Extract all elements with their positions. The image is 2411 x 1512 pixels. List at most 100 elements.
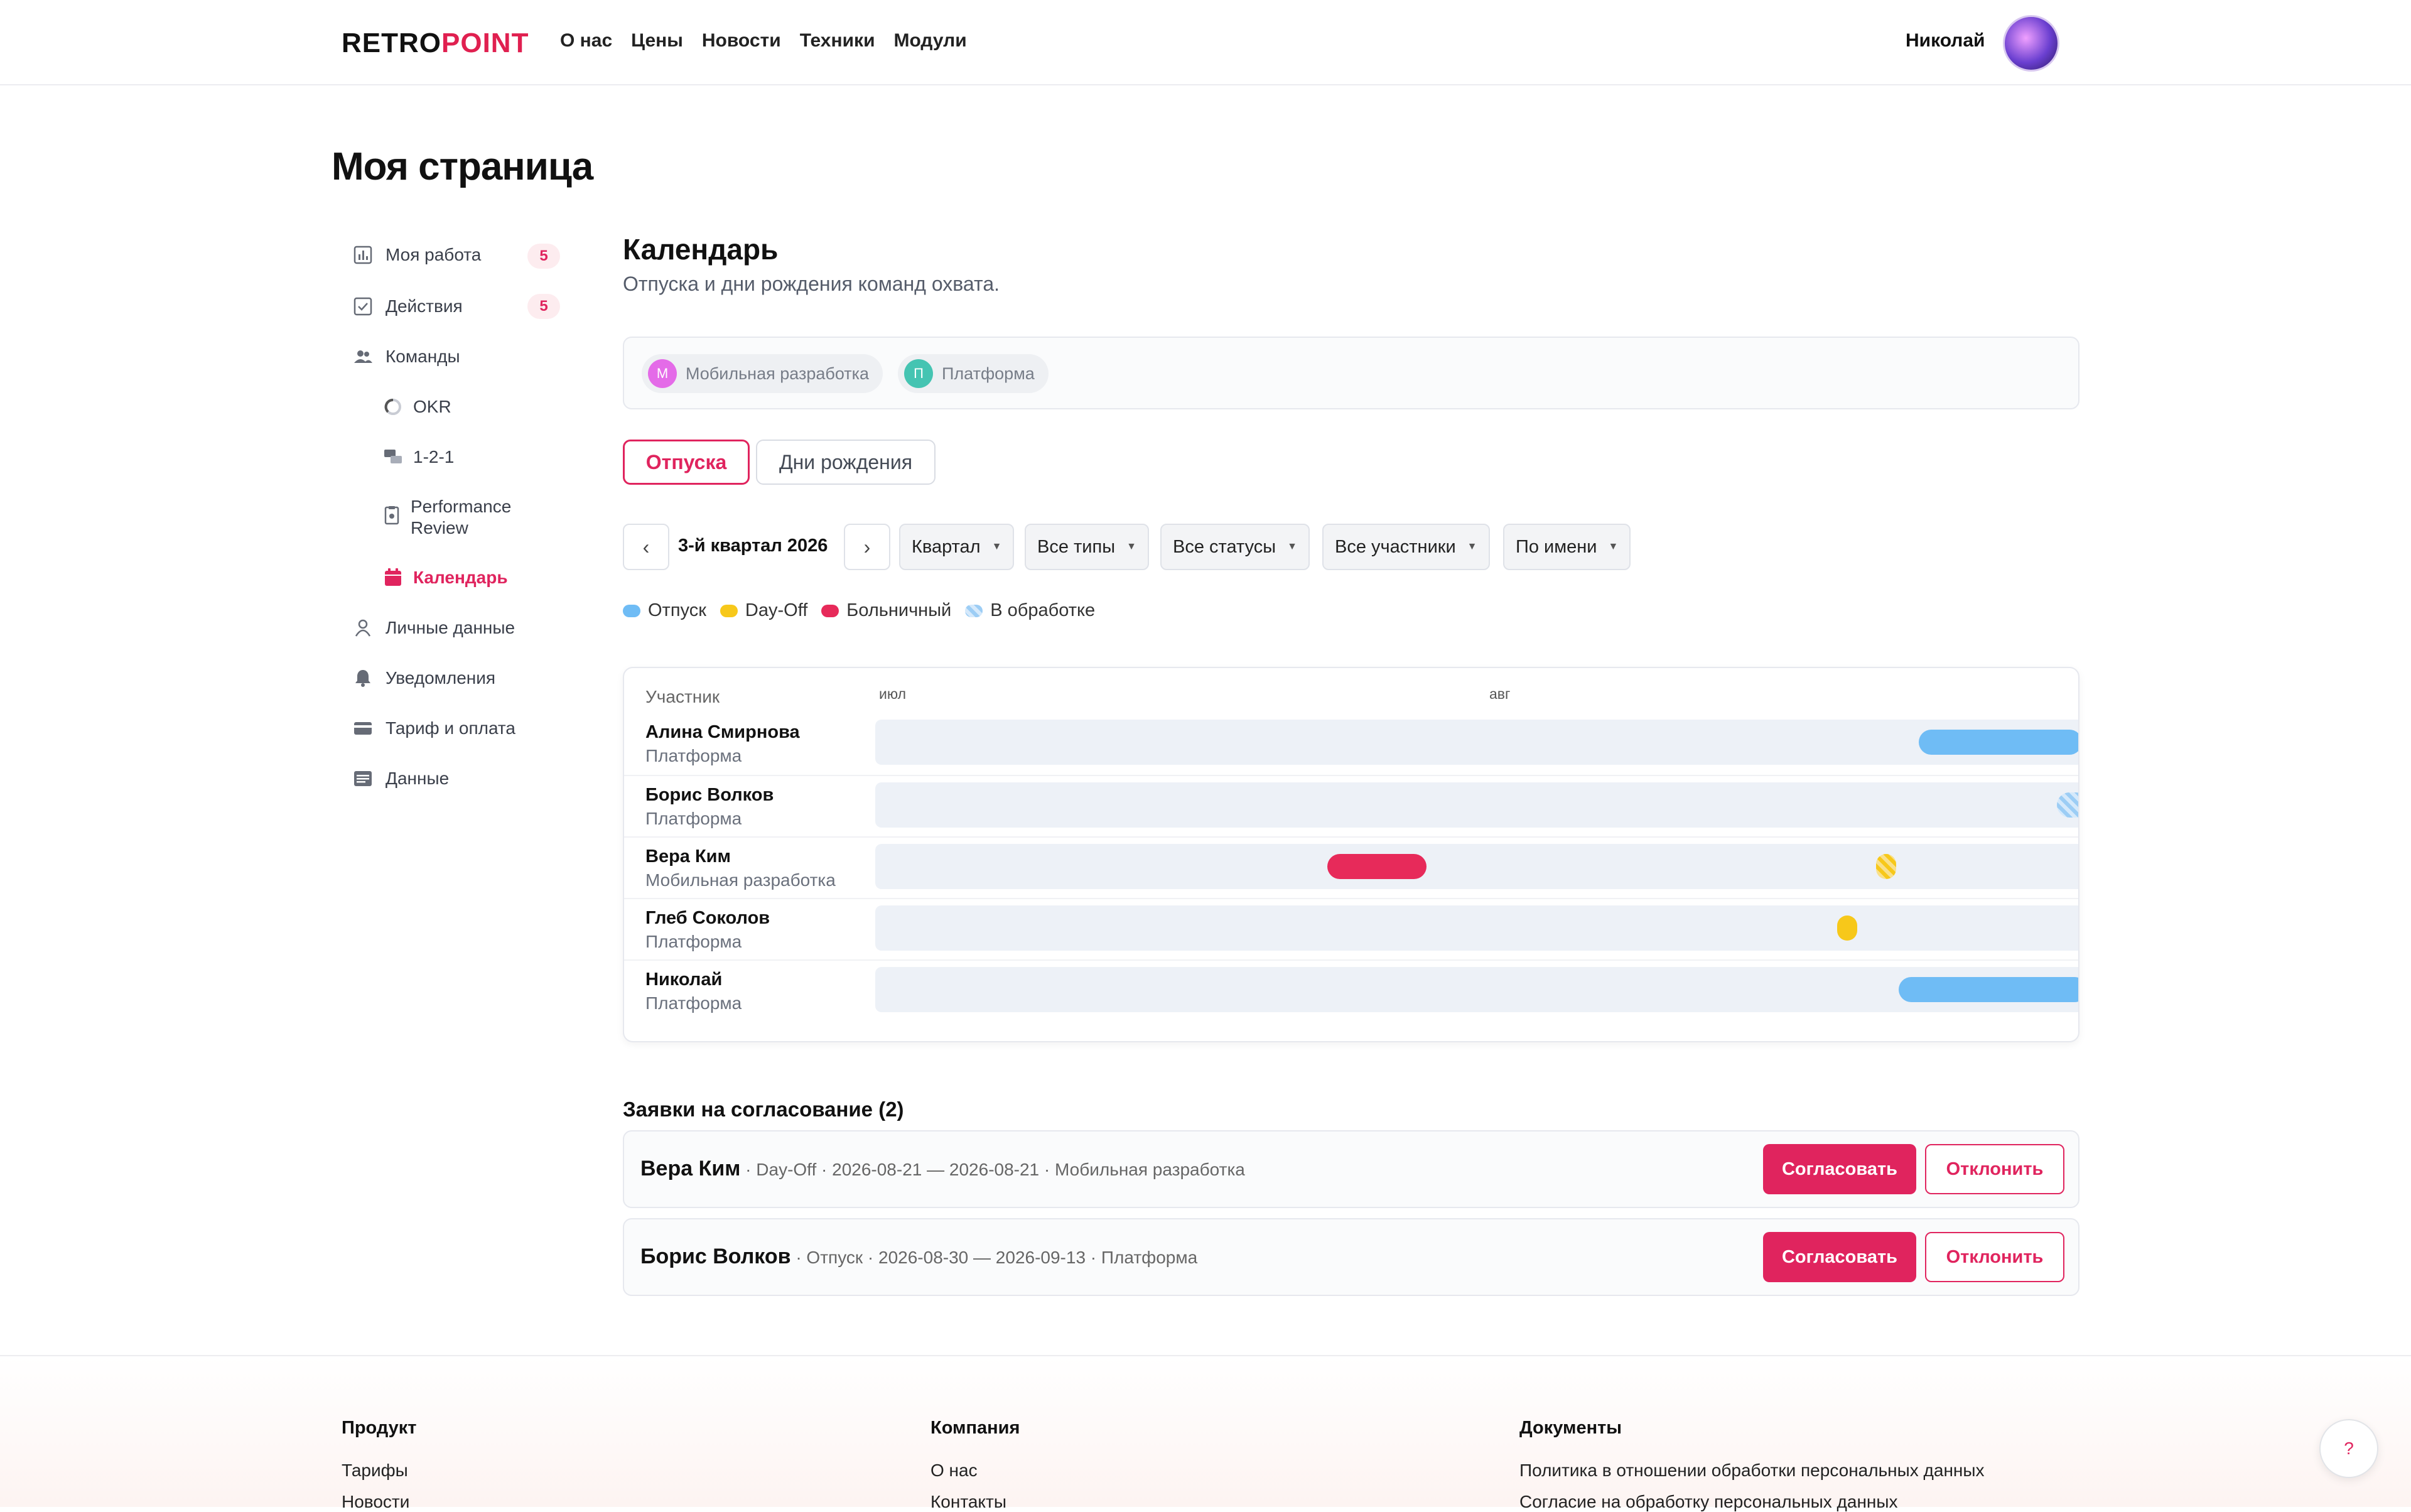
team-initial: П — [904, 359, 933, 388]
range-select[interactable]: Квартал ▼ — [899, 524, 1015, 570]
footer-link-privacy-policy[interactable]: Политика в отношении обработки персональ… — [1519, 1461, 1985, 1481]
request-details: · Day-Off · 2026-08-21 — 2026-08-21 · Мо… — [740, 1160, 1245, 1179]
member-name: Николай — [645, 969, 723, 990]
pending-vacation-bar[interactable] — [2057, 792, 2078, 818]
team-chip-platform[interactable]: П Платформа — [898, 354, 1049, 393]
sidebar-item-label: Личные данные — [386, 618, 515, 637]
sidebar-item-label: Performance Review — [411, 497, 512, 537]
member-team: Платформа — [645, 993, 742, 1013]
dayoff-bar[interactable] — [1837, 915, 1857, 941]
footer-link-news[interactable]: Новости — [342, 1492, 409, 1512]
approve-button[interactable]: Согласовать — [1763, 1144, 1916, 1194]
section-subtitle: Отпуска и дни рождения команд охвата. — [623, 273, 1000, 295]
sidebar-item-my-work[interactable]: Моя работа — [352, 244, 481, 266]
nav-techniques[interactable]: Техники — [800, 30, 875, 51]
nav-news[interactable]: Новости — [702, 30, 781, 51]
footer-link-contacts[interactable]: Контакты — [930, 1492, 1006, 1512]
bar-chart-icon — [352, 244, 374, 266]
sidebar-item-label: Уведомления — [386, 668, 496, 688]
vacation-bar[interactable] — [1899, 977, 2078, 1002]
legend-swatch — [821, 604, 839, 617]
sidebar-item-one-on-one[interactable]: 1-2-1 — [382, 446, 454, 468]
request-item: Борис Волков · Отпуск · 2026-08-30 — 202… — [623, 1218, 2079, 1296]
chevron-down-icon: ▼ — [1608, 541, 1619, 552]
sick-leave-bar[interactable] — [1327, 854, 1427, 879]
sidebar-item-label: 1-2-1 — [413, 447, 455, 467]
type-select[interactable]: Все типы ▼ — [1025, 524, 1149, 570]
reject-button[interactable]: Отклонить — [1925, 1232, 2064, 1282]
chevron-right-icon: › — [863, 535, 871, 558]
footer-heading-product: Продукт — [342, 1418, 417, 1438]
pending-dayoff-bar[interactable] — [1876, 854, 1896, 879]
card-icon — [352, 717, 374, 740]
main-nav: О нас Цены Новости Техники Модули — [560, 30, 967, 51]
prev-period-button[interactable]: ‹ — [623, 524, 669, 570]
team-filter-panel: М Мобильная разработка П Платформа — [623, 337, 2079, 409]
sidebar-item-notifications[interactable]: Уведомления — [352, 667, 495, 689]
requests-title: Заявки на согласование (2) — [623, 1098, 904, 1121]
chevron-down-icon: ▼ — [1467, 541, 1477, 552]
legend-vacation: Отпуск — [623, 600, 706, 621]
request-text: Борис Волков · Отпуск · 2026-08-30 — 202… — [640, 1245, 1197, 1269]
person-icon — [352, 617, 374, 639]
member-name: Вера Ким — [645, 846, 731, 867]
users-icon — [352, 345, 374, 368]
question-icon: ? — [2344, 1439, 2354, 1458]
nav-prices[interactable]: Цены — [631, 30, 683, 51]
calendar-icon — [382, 566, 404, 589]
sidebar-item-teams[interactable]: Команды — [352, 345, 460, 368]
footer-link-about[interactable]: О нас — [930, 1461, 978, 1481]
sort-select[interactable]: По имени ▼ — [1503, 524, 1631, 570]
sidebar-item-okr[interactable]: OKR — [382, 396, 451, 418]
tab-vacations[interactable]: Отпуска — [623, 440, 750, 485]
avatar[interactable] — [2003, 15, 2059, 72]
tab-birthdays[interactable]: Дни рождения — [756, 440, 936, 485]
table-row: Вера Ким Мобильная разработка — [624, 836, 2078, 898]
member-team: Мобильная разработка — [645, 870, 836, 890]
period-label: 3-й квартал 2026 — [678, 536, 828, 556]
team-chip-mobile[interactable]: М Мобильная разработка — [642, 354, 883, 393]
progress-ring-icon — [382, 396, 404, 418]
legend-dayoff: Day-Off — [720, 600, 807, 621]
logo[interactable]: RETROPOINT — [342, 28, 529, 59]
footer-link-tariffs[interactable]: Тарифы — [342, 1461, 408, 1481]
bell-icon — [352, 667, 374, 689]
footer-link-consent[interactable]: Согласие на обработку персональных данны… — [1519, 1492, 1898, 1512]
nav-about[interactable]: О нас — [560, 30, 612, 51]
sidebar-item-personal-data[interactable]: Личные данные — [352, 617, 515, 639]
checkbox-icon — [352, 295, 374, 318]
member-name: Алина Смирнова — [645, 722, 800, 742]
status-select[interactable]: Все статусы ▼ — [1160, 524, 1310, 570]
sidebar-item-label: Действия — [386, 296, 463, 316]
legend-swatch — [720, 604, 738, 617]
actions-count-badge: 5 — [527, 294, 560, 319]
my-work-count-badge: 5 — [527, 244, 560, 269]
top-header: RETROPOINT О нас Цены Новости Техники Мо… — [0, 0, 2411, 85]
sidebar-item-billing[interactable]: Тариф и оплата — [352, 717, 515, 740]
sidebar-item-calendar[interactable]: Календарь — [382, 566, 508, 589]
user-name[interactable]: Николай — [1906, 30, 1985, 51]
team-name: Мобильная разработка — [686, 364, 870, 383]
team-name: Платформа — [942, 364, 1035, 383]
sidebar-item-label: Команды — [386, 347, 460, 366]
approve-button[interactable]: Согласовать — [1763, 1232, 1916, 1282]
members-select[interactable]: Все участники ▼ — [1322, 524, 1490, 570]
timeline-track — [875, 720, 2078, 765]
sidebar-item-data[interactable]: Данные — [352, 767, 449, 790]
request-name: Борис Волков — [640, 1245, 791, 1268]
reject-button[interactable]: Отклонить — [1925, 1144, 2064, 1194]
chevron-down-icon: ▼ — [1287, 541, 1297, 552]
sidebar-item-actions[interactable]: Действия — [352, 295, 463, 318]
member-name: Глеб Соколов — [645, 908, 770, 928]
sidebar-item-performance-review[interactable]: Performance Review — [382, 496, 545, 539]
help-button[interactable]: ? — [2319, 1419, 2378, 1478]
timeline-track — [875, 782, 2078, 828]
next-period-button[interactable]: › — [844, 524, 890, 570]
nav-modules[interactable]: Модули — [894, 30, 967, 51]
member-team: Платформа — [645, 932, 742, 951]
timeline-track — [875, 844, 2078, 889]
sidebar-item-label: Данные — [386, 769, 450, 788]
timeline-track — [875, 905, 2078, 951]
legend: Отпуск Day-Off Больничный В обработке — [623, 600, 1109, 621]
vacation-bar[interactable] — [1919, 730, 2078, 755]
